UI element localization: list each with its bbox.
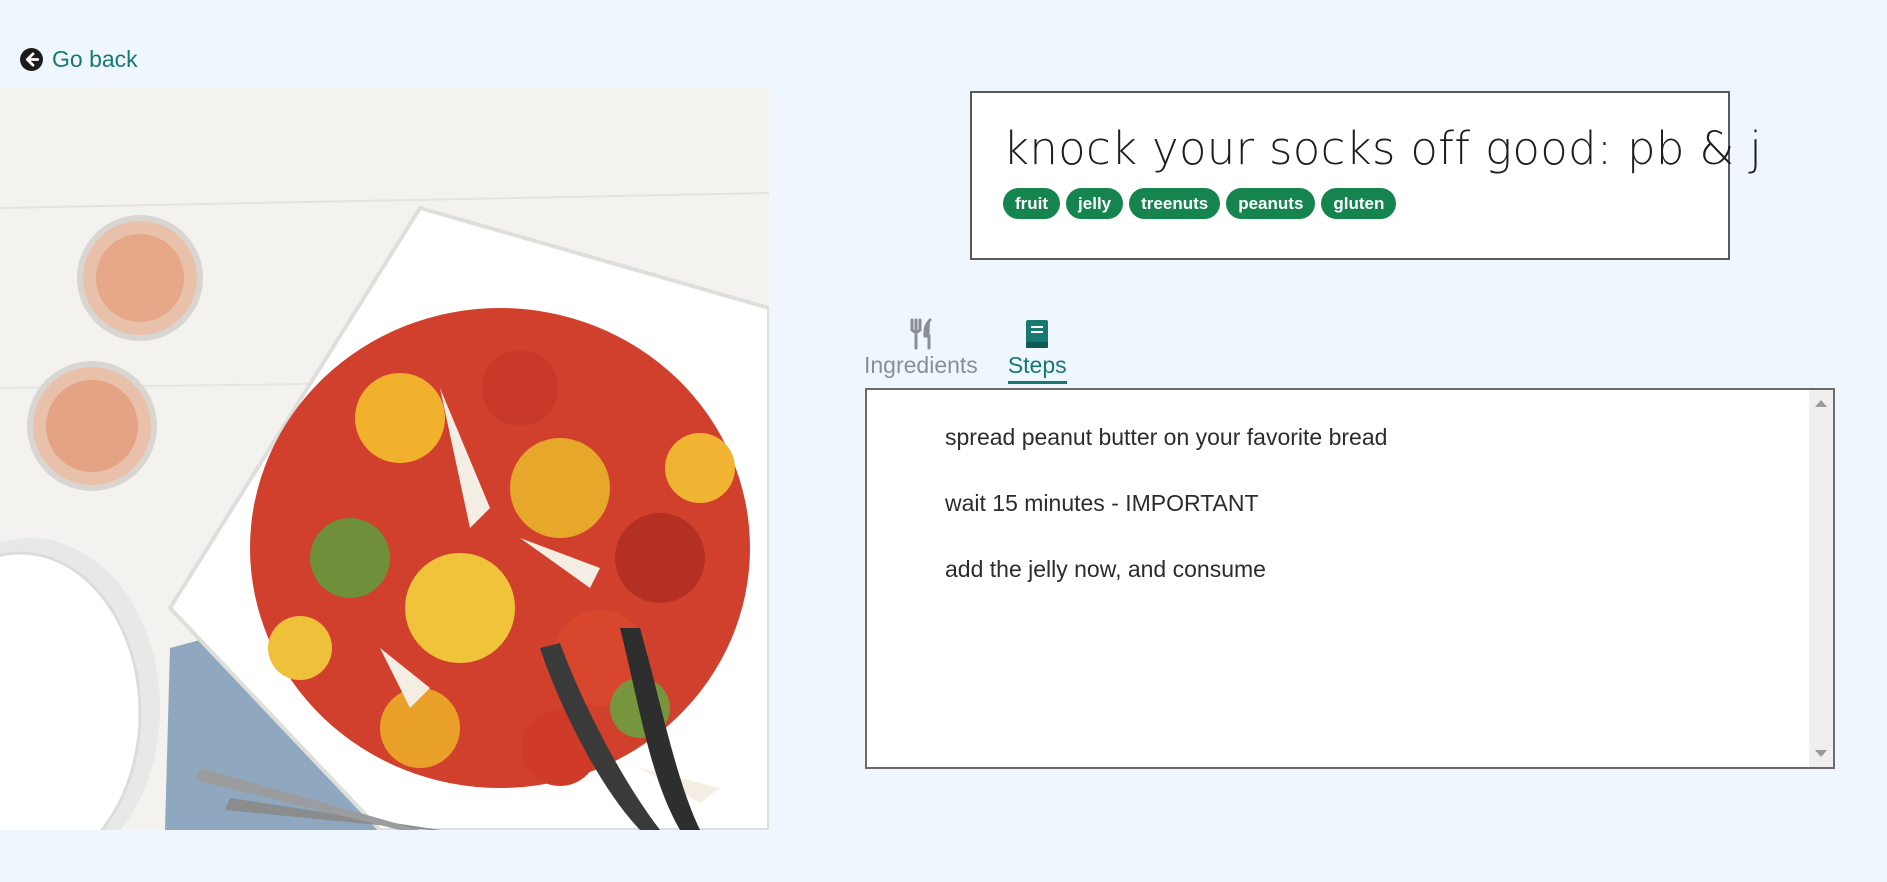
tab-steps-label: Steps <box>1007 352 1067 384</box>
tab-ingredients-label: Ingredients <box>864 352 978 378</box>
book-icon <box>1026 320 1049 348</box>
scroll-up-icon[interactable] <box>1815 400 1827 407</box>
tag-badge: treenuts <box>1129 188 1221 219</box>
utensils-icon <box>910 318 932 350</box>
steps-list: spread peanut butter on your favorite br… <box>867 390 1833 622</box>
recipe-header-card: knock your socks off good: pb & j fruit … <box>970 91 1763 260</box>
tab-ingredients[interactable]: Ingredients <box>864 318 978 384</box>
tag-badge: fruit <box>1003 188 1061 219</box>
list-item: wait 15 minutes - IMPORTANT <box>945 490 1259 516</box>
tag-badge: peanuts <box>1226 188 1316 219</box>
go-back-link[interactable]: Go back <box>19 46 138 73</box>
recipe-title: knock your socks off good: pb & j <box>1003 122 1763 175</box>
steps-panel[interactable]: spread peanut butter on your favorite br… <box>865 388 1835 769</box>
recipe-photo <box>0 88 769 830</box>
recipe-tabs: Ingredients Steps <box>864 318 1067 384</box>
tag-badge: gluten <box>1321 188 1397 219</box>
go-back-label: Go back <box>52 46 138 72</box>
list-item: add the jelly now, and consume <box>945 556 1266 582</box>
list-item: spread peanut butter on your favorite br… <box>945 424 1388 450</box>
tag-badge: jelly <box>1066 188 1124 219</box>
scrollbar[interactable] <box>1809 390 1833 767</box>
tag-list: fruit jelly treenuts peanuts gluten <box>1003 188 1697 219</box>
tab-steps[interactable]: Steps <box>1007 318 1067 384</box>
arrow-left-circle-icon <box>20 48 43 71</box>
scroll-down-icon[interactable] <box>1815 750 1827 757</box>
